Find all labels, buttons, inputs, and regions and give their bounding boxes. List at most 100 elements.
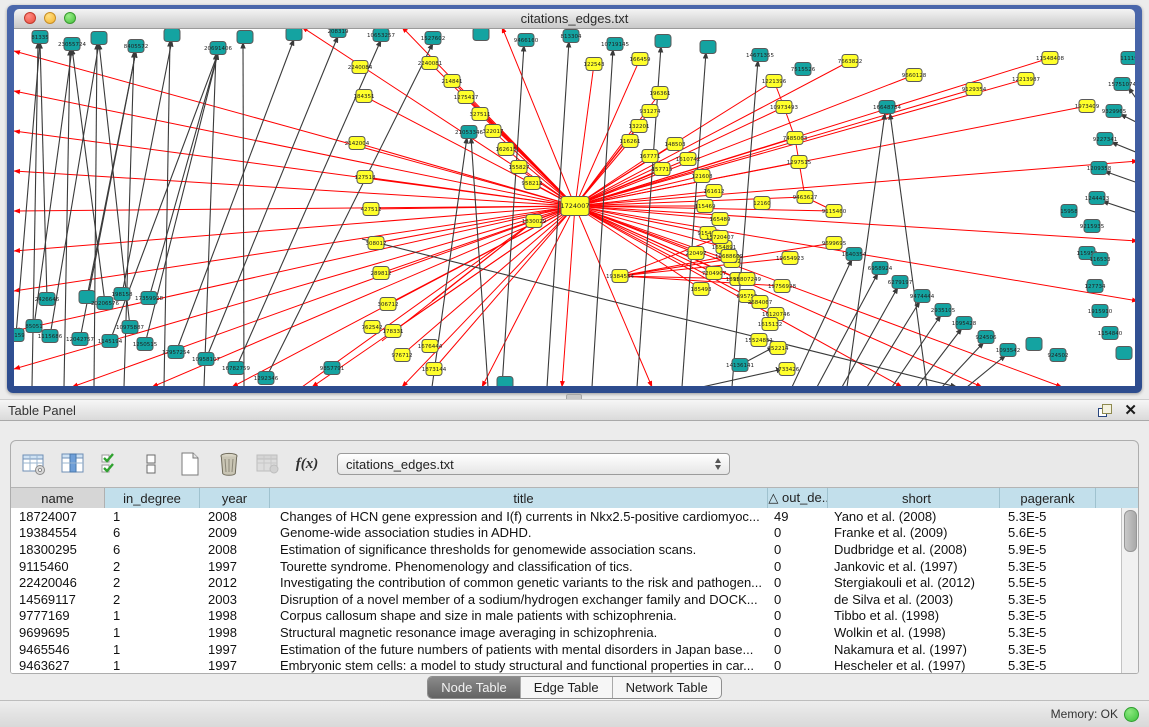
- graph-node[interactable]: 2935105: [931, 304, 956, 317]
- graph-edge[interactable]: [164, 40, 170, 386]
- graph-node[interactable]: 17359928: [135, 292, 163, 305]
- graph-node[interactable]: [237, 31, 253, 44]
- graph-node[interactable]: 327511: [470, 108, 491, 121]
- graph-node[interactable]: 308012: [366, 237, 387, 250]
- table-selector-dropdown[interactable]: citations_edges.txt: [337, 453, 730, 475]
- window-titlebar[interactable]: citations_edges.txt: [14, 9, 1135, 29]
- graph-node[interactable]: 178331: [383, 325, 404, 338]
- graph-node[interactable]: 1915910: [1088, 305, 1113, 318]
- scrollbar-thumb[interactable]: [1124, 510, 1137, 552]
- graph-node[interactable]: 81335: [31, 31, 49, 44]
- graph-node[interactable]: 198158: [112, 288, 133, 301]
- graph-node[interactable]: 157715: [652, 163, 673, 176]
- graph-node[interactable]: 9857791: [320, 362, 345, 375]
- graph-node[interactable]: 8405572: [124, 40, 149, 53]
- graph-node[interactable]: [473, 29, 489, 41]
- graph-node[interactable]: 6958924: [868, 262, 893, 275]
- graph-node[interactable]: 1676444: [418, 340, 443, 353]
- graph-node[interactable]: 1640354: [842, 248, 867, 261]
- graph-edge[interactable]: [502, 45, 524, 386]
- table-row[interactable]: 2242004622012Investigating the contribut…: [11, 574, 1122, 591]
- table-row[interactable]: 1456911722003Disruption of a novel membe…: [11, 591, 1122, 608]
- graph-node[interactable]: 17957254: [162, 346, 190, 359]
- graph-node[interactable]: 19384554: [606, 270, 634, 283]
- graph-node[interactable]: [1116, 347, 1132, 360]
- graph-node[interactable]: 1527602: [421, 32, 446, 45]
- graph-node[interactable]: 155827: [509, 161, 530, 174]
- graph-node[interactable]: 162615: [496, 143, 517, 156]
- table-row[interactable]: 1872400712008Changes of HCN gene express…: [11, 508, 1122, 525]
- graph-edge[interactable]: [842, 287, 898, 386]
- close-panel-icon[interactable]: ✕: [1124, 404, 1137, 417]
- graph-hub-node[interactable]: 1724007: [561, 197, 590, 216]
- graph-node[interactable]: 127518: [355, 171, 376, 184]
- graph-node[interactable]: 7485063: [783, 132, 808, 145]
- graph-edge[interactable]: [967, 355, 1006, 386]
- graph-node[interactable]: 167771: [640, 150, 661, 163]
- graph-node[interactable]: 9474444: [910, 290, 935, 303]
- graph-node[interactable]: 958212: [522, 177, 543, 190]
- tab-network-table[interactable]: Network Table: [613, 677, 721, 698]
- function-builder-icon[interactable]: f(x): [294, 451, 320, 477]
- graph-node[interactable]: 196361: [650, 87, 671, 100]
- graph-node[interactable]: 12160: [753, 197, 771, 210]
- graph-node[interactable]: 10958107: [192, 353, 220, 366]
- graph-node[interactable]: 122543: [584, 58, 605, 71]
- graph-node[interactable]: 116533: [1090, 253, 1111, 266]
- column-header-pagerank[interactable]: pagerank: [1000, 488, 1096, 508]
- graph-edge[interactable]: [1111, 142, 1135, 153]
- graph-edge[interactable]: [312, 206, 575, 386]
- network-canvas[interactable]: 8133523055724840557220691406208319106532…: [14, 29, 1135, 386]
- graph-node[interactable]: 161612: [704, 185, 725, 198]
- new-table-icon[interactable]: [177, 451, 203, 477]
- graph-node[interactable]: 7515526: [791, 63, 816, 76]
- table-row[interactable]: 977716911998Corpus callosum shape and si…: [11, 608, 1122, 625]
- table-row[interactable]: 946554611997Estimation of the future num…: [11, 641, 1122, 658]
- graph-edge[interactable]: [917, 328, 962, 386]
- graph-node[interactable]: 2240081: [418, 57, 443, 70]
- graph-node[interactable]: 9660128: [902, 69, 927, 82]
- graph-edge[interactable]: [1102, 201, 1135, 213]
- graph-node[interactable]: 21053346: [455, 126, 483, 139]
- graph-node[interactable]: 1733426: [775, 363, 800, 376]
- select-columns-icon[interactable]: [99, 451, 125, 477]
- tab-edge-table[interactable]: Edge Table: [521, 677, 613, 698]
- graph-node[interactable]: 11548408: [1036, 52, 1064, 65]
- graph-node[interactable]: [164, 29, 180, 42]
- graph-node[interactable]: 306712: [378, 298, 399, 311]
- graph-node[interactable]: 23055724: [58, 38, 86, 51]
- graph-edge[interactable]: [14, 206, 575, 331]
- graph-node[interactable]: 931274: [640, 105, 661, 118]
- vertical-scrollbar[interactable]: [1121, 508, 1138, 673]
- graph-node[interactable]: 813304: [561, 30, 582, 43]
- graph-node[interactable]: 127734: [1085, 280, 1106, 293]
- graph-node[interactable]: 39159: [14, 329, 25, 342]
- graph-node[interactable]: 19654923: [776, 252, 804, 265]
- graph-edge[interactable]: [867, 301, 920, 386]
- graph-node[interactable]: 10653257: [367, 29, 395, 42]
- graph-node[interactable]: 762542: [362, 321, 383, 334]
- graph-node[interactable]: 9699695: [822, 237, 847, 250]
- graph-node[interactable]: [497, 377, 513, 387]
- graph-node[interactable]: 6279197: [888, 276, 913, 289]
- graph-node[interactable]: 11119: [1120, 52, 1135, 65]
- float-panel-icon[interactable]: [1098, 404, 1112, 417]
- graph-edge[interactable]: [122, 40, 172, 294]
- graph-edge[interactable]: [16, 42, 40, 335]
- column-header-short[interactable]: short: [828, 488, 1000, 508]
- rows-icon[interactable]: [138, 451, 164, 477]
- graph-node[interactable]: [700, 41, 716, 54]
- graph-node[interactable]: 289812: [371, 267, 392, 280]
- graph-node[interactable]: 1830029: [522, 215, 547, 228]
- graph-node[interactable]: 10719145: [601, 38, 629, 51]
- tab-node-table[interactable]: Node Table: [428, 677, 521, 698]
- close-window-icon[interactable]: [24, 12, 36, 24]
- graph-node[interactable]: 2142004: [345, 137, 370, 150]
- graph-node[interactable]: 10975887: [116, 321, 144, 334]
- graph-node[interactable]: 214841: [442, 75, 463, 88]
- graph-node[interactable]: 115469: [695, 200, 716, 213]
- delete-table-icon[interactable]: [216, 451, 242, 477]
- column-edit-icon[interactable]: [60, 451, 86, 477]
- table-row[interactable]: 911546021997Tourette syndrome. Phenomeno…: [11, 558, 1122, 575]
- graph-node[interactable]: 12213987: [1012, 73, 1040, 86]
